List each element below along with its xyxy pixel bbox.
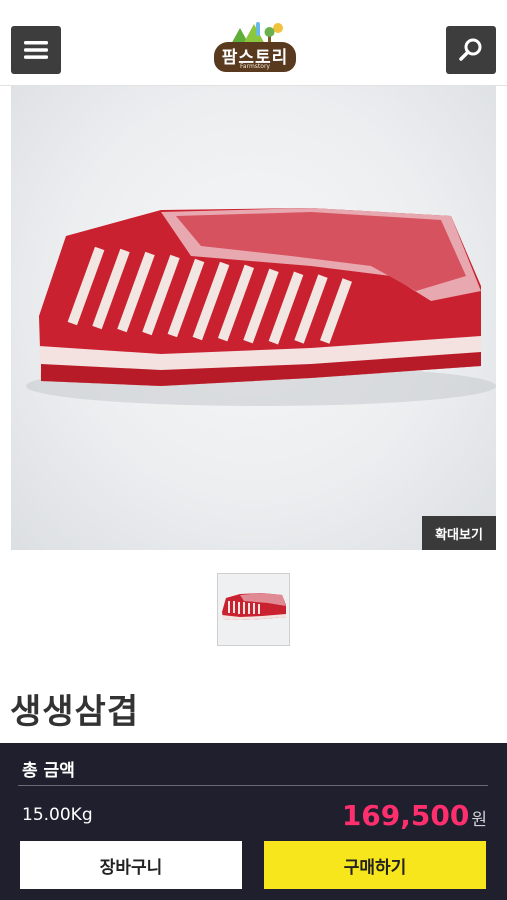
total-amount-label: 총 금액 xyxy=(22,761,75,781)
search-button[interactable] xyxy=(446,26,496,74)
menu-button[interactable] xyxy=(11,26,61,74)
search-icon xyxy=(459,38,482,61)
product-thumbnail[interactable] xyxy=(217,573,290,646)
product-title: 생생삼겹 xyxy=(10,692,140,732)
pork-belly-thumbnail xyxy=(222,593,286,620)
add-to-cart-button[interactable]: 장바구니 xyxy=(20,841,242,889)
farmstory-logo[interactable]: 팜스토리 Farmstory xyxy=(210,18,300,78)
price-value: 169,500 xyxy=(341,799,470,832)
divider xyxy=(18,785,488,786)
purchase-bar: 총 금액 15.00Kg 169,500 원 장바구니 구매하기 xyxy=(0,743,507,900)
weight-value: 15.00Kg xyxy=(22,805,93,825)
hamburger-menu-icon xyxy=(24,41,48,59)
product-main-image[interactable]: 확대보기 xyxy=(11,86,496,550)
zoom-button[interactable]: 확대보기 xyxy=(422,516,496,550)
logo-subtext: Farmstory xyxy=(240,63,270,70)
currency-unit: 원 xyxy=(471,810,487,830)
buy-now-button[interactable]: 구매하기 xyxy=(264,841,486,889)
price-display: 169,500 원 xyxy=(342,799,487,832)
pork-belly-image xyxy=(26,208,496,406)
app-header: 팜스토리 Farmstory xyxy=(0,0,507,86)
